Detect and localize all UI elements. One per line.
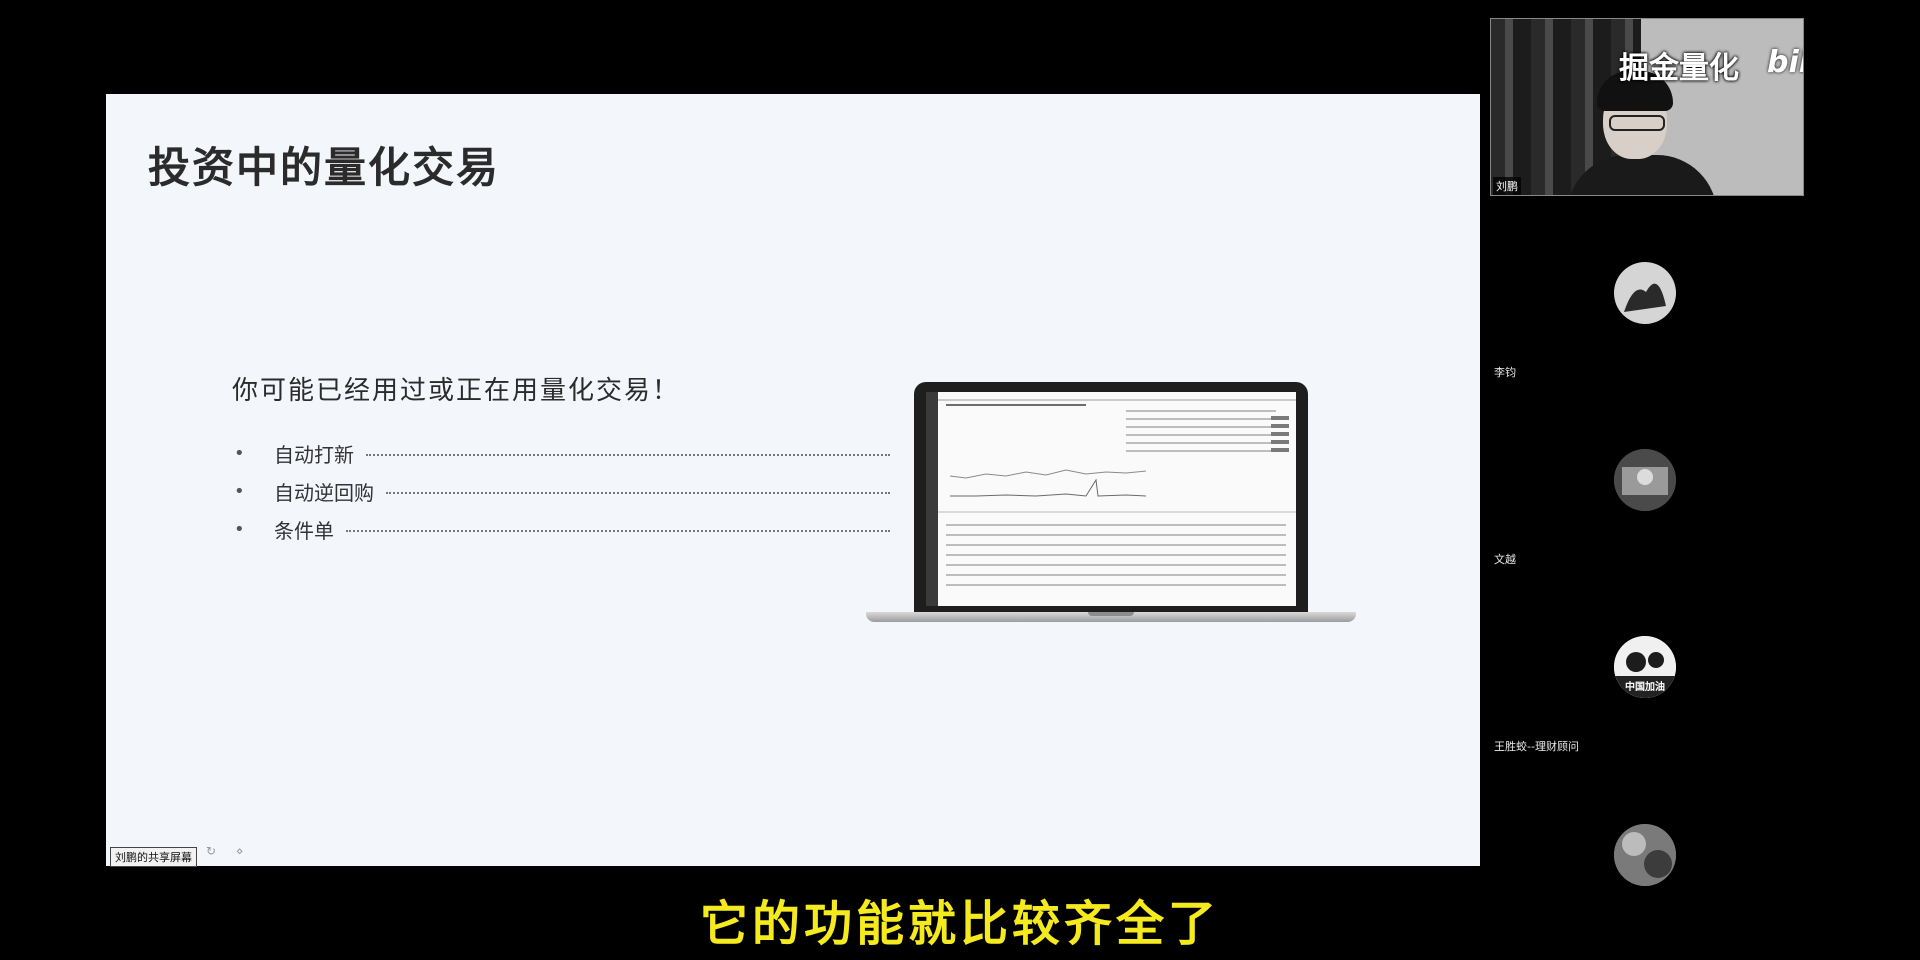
shared-screen: 投资中的量化交易 你可能已经用过或正在用量化交易！ • 自动打新 (√) • 自… — [106, 94, 1480, 866]
screen-row — [946, 544, 1286, 546]
bullet-icon: • — [234, 480, 245, 502]
bullet-list: • 自动打新 (√) • 自动逆回购 (√) • 条件单 (√) — [230, 434, 950, 548]
brand-watermark: 掘金量化 — [1619, 51, 1739, 86]
cursor-icon: ↻ ⋄ — [206, 844, 252, 858]
screen-row — [946, 584, 1286, 586]
list-item: • 条件单 (√) — [230, 510, 950, 548]
slide-subtitle: 你可能已经用过或正在用量化交易！ — [232, 376, 681, 406]
laptop-notch — [1088, 612, 1134, 616]
bullet-icon: • — [234, 442, 245, 464]
screen-row — [946, 564, 1286, 566]
presenter-name-tag: 刘鹏 — [1493, 177, 1521, 195]
screen-share-label: 刘鹏的共享屏幕 — [110, 847, 197, 867]
screen-row — [946, 554, 1286, 556]
screen-row — [1126, 410, 1276, 412]
presenter-video[interactable]: 掘金量化 bilibili 刘鹏 — [1490, 18, 1804, 196]
screen-row — [946, 534, 1286, 536]
screen-row — [1126, 450, 1276, 452]
participant-name: 王胜蛟--理财顾问 — [1494, 740, 1579, 753]
avatar — [1614, 449, 1676, 511]
screen-row — [946, 574, 1286, 576]
bullet-icon: • — [234, 518, 245, 540]
glasses-icon — [1609, 115, 1665, 131]
screen-row — [1126, 426, 1276, 428]
screen-row — [1126, 418, 1276, 420]
item-label: 条件单 — [274, 518, 334, 543]
participant-name: 李钧 — [1494, 366, 1516, 379]
list-item: • 自动逆回购 (√) — [230, 472, 950, 510]
screen-cell — [1271, 440, 1289, 444]
laptop-illustration — [866, 382, 1356, 632]
avatar — [1614, 824, 1676, 886]
screen-row — [946, 524, 1286, 526]
screen-row — [1126, 434, 1276, 436]
video-subtitle: 它的功能就比较齐全了 — [699, 896, 1220, 952]
item-label: 自动逆回购 — [274, 480, 374, 505]
bilibili-logo: bilibili — [1767, 45, 1803, 80]
avatar-image — [1614, 262, 1676, 324]
screen-cell — [1271, 432, 1289, 436]
avatar-image — [1614, 824, 1676, 886]
avatar — [1614, 262, 1676, 324]
participant-name: 文越 — [1494, 553, 1516, 566]
screen-cell — [1271, 448, 1289, 452]
screen-cell — [1271, 416, 1289, 420]
list-item: • 自动打新 (√) — [230, 434, 950, 472]
slide-title: 投资中的量化交易 — [148, 143, 501, 192]
dotted-leader — [366, 454, 890, 456]
avatar-caption: 中国加油 — [1625, 682, 1665, 693]
laptop-screen — [926, 392, 1296, 606]
screen-toolbar — [946, 404, 1086, 406]
dotted-leader — [346, 530, 890, 532]
item-label: 自动打新 — [274, 442, 354, 467]
laptop-lid — [914, 382, 1308, 614]
meeting-window: 投资中的量化交易 你可能已经用过或正在用量化交易！ • 自动打新 (√) • 自… — [0, 0, 1920, 960]
screen-row — [1126, 442, 1276, 444]
dotted-leader — [386, 492, 890, 494]
avatar: 中国加油 — [1614, 636, 1676, 698]
screen-cell — [1271, 424, 1289, 428]
avatar-image — [1614, 449, 1676, 511]
